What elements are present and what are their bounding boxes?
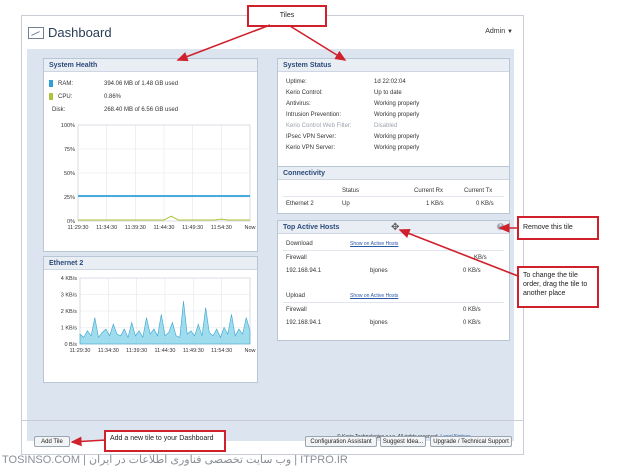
annotation-arrows — [70, 24, 519, 447]
watermark: TOSINSO.COM | وب سایت تخصصی فناوری اطلاع… — [2, 454, 348, 466]
